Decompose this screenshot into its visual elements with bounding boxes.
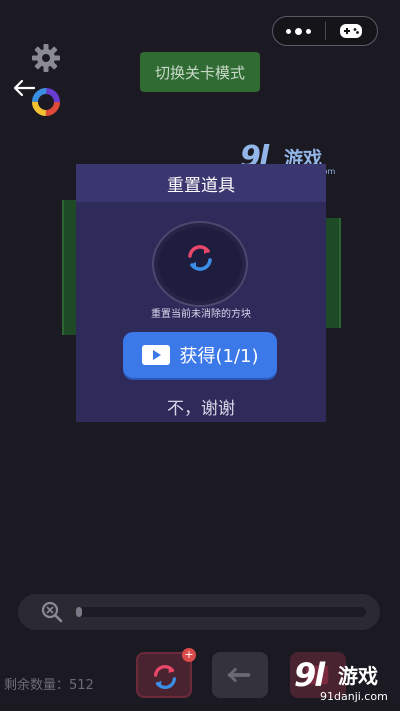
- zoom-icon[interactable]: [40, 600, 64, 624]
- mini-program-capsule: [272, 16, 378, 46]
- gamepad-button[interactable]: [326, 17, 378, 45]
- progress-bar: [18, 594, 380, 630]
- decline-button[interactable]: 不，谢谢: [76, 394, 326, 419]
- refresh-icon: [153, 665, 177, 689]
- color-wheel-icon[interactable]: [30, 86, 62, 118]
- gear-icon[interactable]: [30, 42, 62, 74]
- tool-refresh-button[interactable]: +: [136, 648, 196, 698]
- watermark-name: 游戏: [338, 664, 378, 688]
- switch-level-mode-button[interactable]: 切换关卡模式: [140, 52, 260, 92]
- tool-undo-button[interactable]: [212, 652, 268, 698]
- progress-fill: [76, 607, 82, 617]
- watermark-logo-bottom: 9l 游戏 91danji.com: [294, 656, 394, 706]
- gamepad-icon: [340, 24, 363, 38]
- watermark-site: 91danji.com: [320, 690, 388, 703]
- remaining-count: 剩余数量：512: [4, 678, 94, 693]
- undo-icon: [227, 667, 251, 683]
- refresh-icon: [188, 245, 212, 271]
- get-reset-button[interactable]: 获得(1/1): [123, 332, 277, 378]
- dialog-description: 重置当前未消除的方块: [151, 309, 251, 320]
- more-dots-icon: [286, 27, 312, 35]
- watermark-number: 9l: [294, 656, 325, 694]
- more-button[interactable]: [273, 17, 325, 45]
- cube-side-right: [325, 218, 341, 328]
- reset-prop-dialog: 重置道具 重置当前未消除的方块 获得(1/1) 不，谢谢: [76, 164, 326, 422]
- dialog-title: 重置道具: [167, 175, 235, 196]
- progress-track: [76, 607, 366, 617]
- video-play-icon: [142, 345, 171, 365]
- get-reset-label: 获得(1/1): [179, 346, 259, 367]
- add-badge: +: [182, 648, 196, 662]
- dialog-header: 重置道具: [76, 164, 326, 202]
